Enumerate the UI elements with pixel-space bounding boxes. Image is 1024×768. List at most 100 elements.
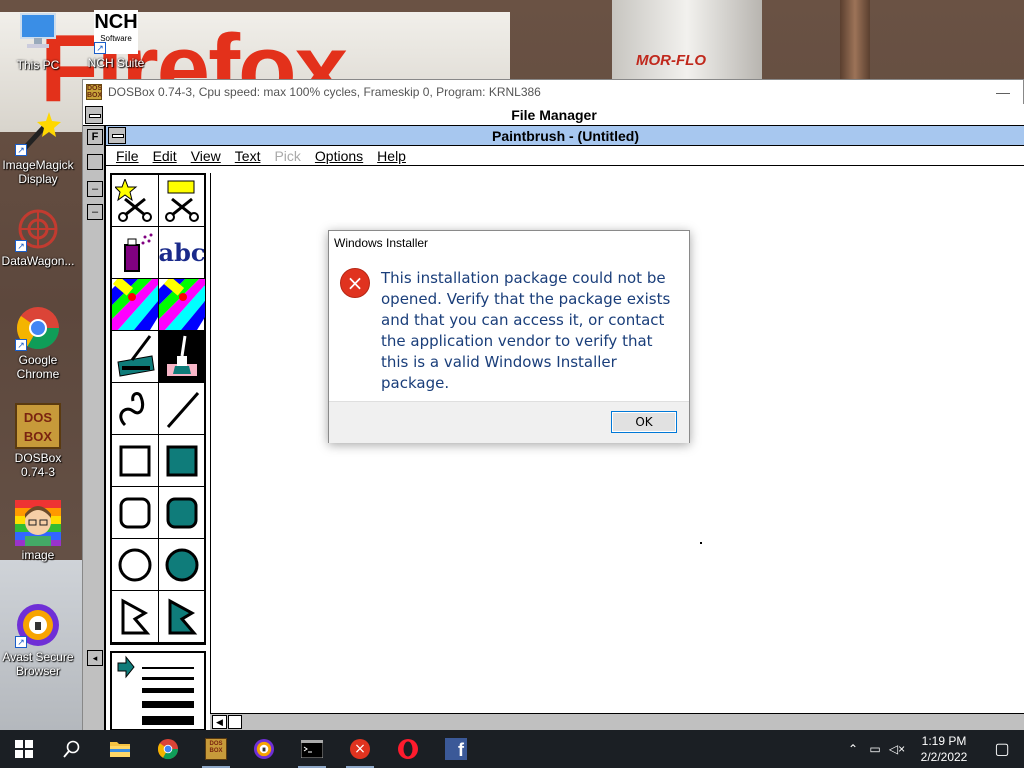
search-icon [63,740,80,758]
desktop-icon-label: ImageMagick Display [2,158,74,186]
ok-button[interactable]: OK [611,411,677,433]
menu-options[interactable]: Options [315,148,363,164]
menu-help[interactable]: Help [377,148,406,164]
menu-view[interactable]: View [191,148,221,164]
taskbar: DOS BOX × f ⌃ ▭ ◁× 1:19 PM 2/2/2022 ▢ [0,730,1024,768]
error-icon: × [340,268,370,298]
eraser-icon [159,279,205,330]
taskbar-opera[interactable] [384,730,432,768]
network-icon[interactable]: ▭ [864,742,886,756]
menu-file[interactable]: File [116,148,139,164]
windows-installer-dialog[interactable]: Windows Installer × This installation pa… [328,230,690,443]
clock[interactable]: 1:19 PM 2/2/2022 [908,733,980,765]
filled-polygon-tool[interactable] [159,591,206,643]
paintbrush-toolbox: abc [110,173,206,645]
curve-tool[interactable] [112,383,159,435]
airbrush-tool[interactable] [112,227,159,279]
eraser-tool[interactable] [159,279,206,331]
color-eraser-tool[interactable] [112,279,159,331]
polygon-tool[interactable] [112,591,159,643]
shortcut-arrow-icon: ↗ [15,144,27,156]
polygon-icon [121,597,151,634]
desktop-icon-this-pc[interactable]: This PC [0,10,76,72]
desktop-icon-avast-browser[interactable]: ↗ Avast Secure Browser [0,602,76,678]
filled-circle-tool[interactable] [159,539,206,591]
search-button[interactable] [48,730,96,768]
chevron-up-icon[interactable]: ⌃ [842,742,864,756]
filled-rounded-box-tool[interactable] [159,487,206,539]
file-manager-title: File Manager [511,107,597,123]
scroll-thumb[interactable] [228,715,242,729]
facebook-icon: f [445,738,467,760]
menu-text[interactable]: Text [235,148,261,164]
opera-icon [398,739,418,759]
canvas-pixel-dot [700,542,702,544]
taskbar-windows-installer[interactable]: × [336,730,384,768]
scissors-box-icon [165,180,199,222]
shortcut-arrow-icon: ↗ [94,42,106,54]
avast-browser-icon [253,738,275,760]
taskbar-avast-browser[interactable] [240,730,288,768]
line-width-box[interactable] [110,651,206,731]
notification-icon[interactable]: ▢ [980,739,1024,759]
desktop-icon-label: Avast Secure Browser [2,650,74,678]
paint-roller-icon [117,334,155,377]
desktop-icon-dosbox[interactable]: DOS BOX DOSBox 0.74-3 [0,403,76,479]
nch-logo-icon: NCH Software ↗ [94,10,138,54]
box-tool[interactable] [112,435,159,487]
taskbar-file-explorer[interactable] [96,730,144,768]
rounded-box-icon [119,497,151,528]
scissors-freeform-tool[interactable] [112,175,159,227]
brush-icon [167,335,197,376]
dosbox-titlebar[interactable]: DOS BOX DOSBox 0.74-3, Cpu speed: max 100… [83,80,1023,104]
avatar-image-icon [15,500,61,546]
filled-box-icon [166,445,198,476]
volume-muted-icon[interactable]: ◁× [886,742,908,756]
desktop-icon-google-chrome[interactable]: ↗ Google Chrome [0,305,76,381]
shortcut-arrow-icon: ↗ [15,240,27,252]
child-window-sysbox[interactable]: – [87,181,103,197]
paint-roller-tool[interactable] [112,331,159,383]
text-tool[interactable]: abc [159,227,206,279]
start-button[interactable] [0,730,48,768]
scroll-left-button[interactable]: ◀ [212,715,227,729]
shortcut-arrow-icon: ↗ [15,636,27,648]
paintbrush-titlebar[interactable]: Paintbrush - (Untitled) [106,126,1024,146]
file-manager-menu-f[interactable]: F [87,129,103,145]
rounded-box-tool[interactable] [112,487,159,539]
file-manager-titlebar[interactable]: File Manager [83,104,1024,126]
taskbar-facebook[interactable]: f [432,730,480,768]
windows-logo-icon [15,740,33,758]
taskbar-dosbox[interactable]: DOS BOX [192,730,240,768]
desktop-icon-nch-suite[interactable]: NCH Software ↗ NCH Suite [78,10,154,70]
filled-box-tool[interactable] [159,435,206,487]
desktop-icon-label: NCH Suite [87,56,145,70]
paintbrush-title: Paintbrush - (Untitled) [492,128,639,144]
system-menu-button[interactable] [85,106,103,124]
scissors-box-tool[interactable] [159,175,206,227]
line-width-selector [117,655,194,725]
horizontal-scrollbar[interactable]: ◀ [210,713,1024,731]
menu-edit[interactable]: Edit [153,148,177,164]
scissors-star-icon [115,178,152,222]
taskbar-chrome[interactable] [144,730,192,768]
clock-time: 1:19 PM [921,734,967,748]
desktop-icon-imagemagick[interactable]: ↗ ImageMagick Display [0,110,76,186]
desktop-icon-image[interactable]: image [0,500,76,562]
text-tool-label: abc [158,238,206,267]
brush-tool[interactable] [159,331,206,383]
wand-icon: ↗ [15,110,61,156]
drive-button[interactable] [87,154,103,170]
taskbar-command-prompt[interactable] [288,730,336,768]
desktop-icon-datawagon[interactable]: ↗ DataWagon... [0,206,76,268]
line-tool[interactable] [159,383,206,435]
paintbrush-system-menu[interactable] [108,127,126,144]
child-window-sysbox-2[interactable]: – [87,204,103,220]
minimize-button[interactable]: — [983,84,1023,100]
desktop-icon-label: Google Chrome [16,353,60,381]
scroll-left-arrow[interactable]: ◂ [87,650,103,666]
chrome-icon [157,738,179,760]
shortcut-arrow-icon: ↗ [15,339,27,351]
menu-pick[interactable]: Pick [274,148,300,164]
circle-tool[interactable] [112,539,159,591]
